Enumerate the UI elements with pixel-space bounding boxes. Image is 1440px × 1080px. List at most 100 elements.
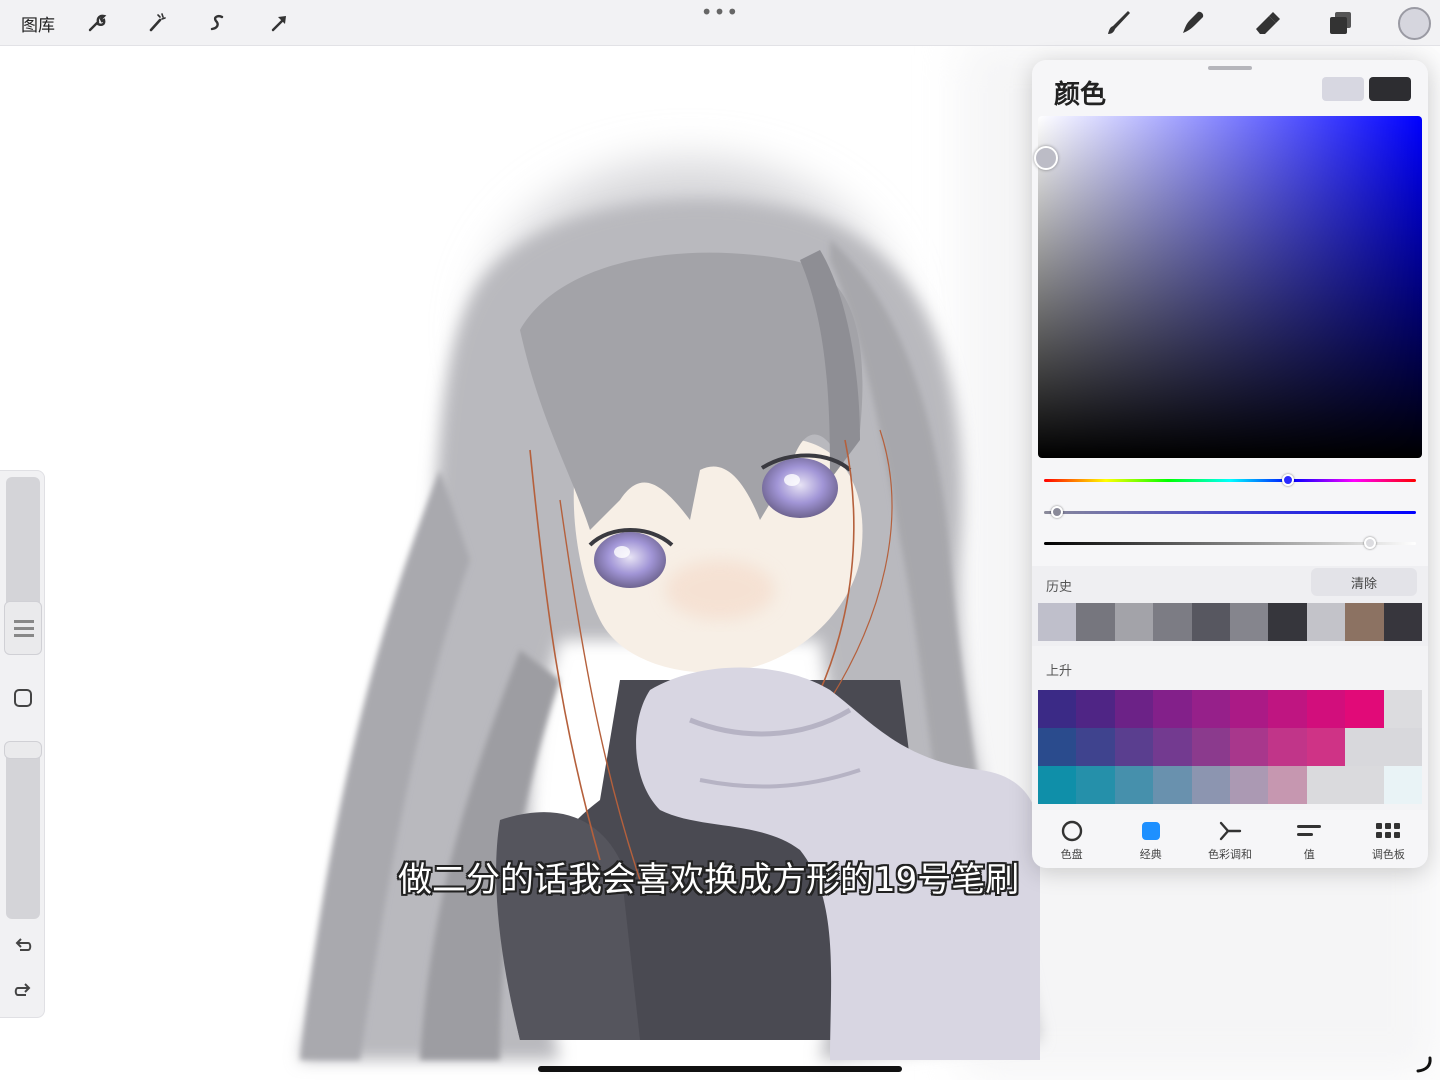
history-label: 历史 bbox=[1046, 580, 1073, 595]
color-picker-handle[interactable] bbox=[1034, 146, 1058, 170]
palette-swatch[interactable] bbox=[1191, 766, 1230, 804]
history-swatch[interactable] bbox=[1038, 603, 1077, 641]
palette-swatch[interactable] bbox=[1153, 690, 1192, 728]
palette-swatch[interactable] bbox=[1038, 766, 1077, 804]
history-swatch[interactable] bbox=[1114, 603, 1154, 641]
color-button[interactable] bbox=[1398, 7, 1431, 40]
video-subtitle: 做二分的话我会喜欢换成方形的19号笔刷 bbox=[398, 860, 1020, 900]
layers-icon[interactable] bbox=[1322, 6, 1360, 40]
palette-swatch[interactable] bbox=[1076, 690, 1115, 728]
history-swatch[interactable] bbox=[1383, 603, 1423, 641]
saturation-slider-knob[interactable] bbox=[1051, 506, 1063, 518]
magic-wand-icon[interactable] bbox=[140, 6, 174, 40]
slider-grip-icon bbox=[14, 620, 34, 637]
redo-icon bbox=[14, 983, 31, 996]
palette-swatch[interactable] bbox=[1191, 728, 1230, 766]
palette-grid bbox=[1038, 690, 1422, 804]
tab-label: 值 bbox=[1303, 848, 1315, 861]
color-panel: 颜色 历史 清除 上升 色盘 经典 色彩调和 值 调色板 bbox=[1032, 60, 1428, 868]
hue-slider[interactable] bbox=[1044, 479, 1416, 482]
palette-swatch[interactable] bbox=[1191, 690, 1230, 728]
transform-arrow-icon[interactable] bbox=[262, 6, 296, 40]
tab-label: 经典 bbox=[1139, 848, 1162, 861]
palette-swatch[interactable] bbox=[1153, 728, 1192, 766]
harmony-icon bbox=[1217, 818, 1243, 844]
palette-swatch[interactable] bbox=[1268, 766, 1307, 804]
selection-s-icon[interactable] bbox=[200, 6, 234, 40]
history-swatch[interactable] bbox=[1153, 603, 1192, 641]
brush-icon[interactable] bbox=[1100, 6, 1138, 40]
tab-label: 调色板 bbox=[1371, 848, 1405, 861]
classic-square-icon bbox=[1138, 818, 1164, 844]
smudge-icon[interactable] bbox=[1174, 6, 1212, 40]
brightness-slider-knob[interactable] bbox=[1364, 537, 1376, 549]
panel-title: 颜色 bbox=[1054, 80, 1107, 110]
tab-label: 色盘 bbox=[1060, 848, 1083, 861]
redo-button[interactable] bbox=[6, 976, 40, 1006]
saturation-slider[interactable] bbox=[1044, 511, 1416, 514]
history-swatch[interactable] bbox=[1345, 603, 1384, 641]
palette-swatch[interactable] bbox=[1306, 690, 1346, 728]
disc-icon bbox=[1059, 818, 1085, 844]
palette-swatch[interactable] bbox=[1306, 728, 1346, 766]
tab-classic[interactable]: 经典 bbox=[1111, 812, 1190, 868]
top-toolbar: 图库 ••• bbox=[0, 0, 1440, 46]
primary-color-swatch[interactable] bbox=[1369, 77, 1411, 101]
palette-swatch[interactable] bbox=[1268, 690, 1307, 728]
palette-swatch[interactable] bbox=[1383, 690, 1422, 728]
home-indicator[interactable] bbox=[538, 1066, 902, 1072]
brush-size-handle[interactable] bbox=[4, 601, 42, 655]
history-swatch[interactable] bbox=[1306, 603, 1346, 641]
palette-swatch[interactable] bbox=[1306, 766, 1346, 804]
palette-swatch[interactable] bbox=[1230, 728, 1269, 766]
tab-value[interactable]: 值 bbox=[1270, 812, 1349, 868]
palette-swatch[interactable] bbox=[1230, 690, 1269, 728]
secondary-color-swatch[interactable] bbox=[1322, 77, 1364, 101]
palette-swatch[interactable] bbox=[1114, 728, 1154, 766]
undo-button[interactable] bbox=[6, 931, 40, 961]
palette-swatch[interactable] bbox=[1230, 766, 1269, 804]
hue-slider-knob[interactable] bbox=[1281, 474, 1294, 486]
opacity-handle[interactable] bbox=[4, 741, 42, 759]
tab-label: 色彩调和 bbox=[1208, 848, 1252, 861]
undo-icon bbox=[15, 938, 32, 951]
palettes-grid-icon bbox=[1375, 818, 1401, 844]
palette-swatch[interactable] bbox=[1038, 728, 1077, 766]
palette-swatch[interactable] bbox=[1345, 766, 1384, 804]
history-swatches bbox=[1038, 603, 1423, 641]
palette-swatch[interactable] bbox=[1038, 690, 1077, 728]
tab-palettes[interactable]: 调色板 bbox=[1349, 812, 1428, 868]
palette-swatch[interactable] bbox=[1076, 766, 1115, 804]
color-mode-tabs: 色盘 经典 色彩调和 值 调色板 bbox=[1032, 812, 1428, 868]
tab-disc[interactable]: 色盘 bbox=[1032, 812, 1111, 868]
tab-harmony[interactable]: 色彩调和 bbox=[1190, 812, 1269, 868]
palette-swatch[interactable] bbox=[1268, 728, 1307, 766]
saturation-brightness-picker[interactable] bbox=[1038, 116, 1422, 458]
palette-name: 上升 bbox=[1046, 664, 1073, 679]
corner-hook-icon bbox=[1416, 1056, 1432, 1073]
brightness-slider[interactable] bbox=[1044, 542, 1416, 545]
procreate-screen: 图库 ••• 做二分的话我会喜欢换成方形的19号笔刷 颜色 历史 清除 上升 色… bbox=[0, 0, 1440, 1080]
palette-swatch[interactable] bbox=[1345, 690, 1384, 728]
palette-swatch[interactable] bbox=[1383, 766, 1422, 804]
wrench-icon[interactable] bbox=[80, 6, 114, 40]
opacity-slider[interactable] bbox=[6, 741, 40, 919]
eraser-icon[interactable] bbox=[1248, 6, 1286, 40]
palette-swatch[interactable] bbox=[1383, 728, 1422, 766]
palette-swatch[interactable] bbox=[1114, 690, 1154, 728]
palette-swatch[interactable] bbox=[1153, 766, 1192, 804]
clear-history-button[interactable]: 清除 bbox=[1311, 568, 1417, 596]
history-swatch[interactable] bbox=[1191, 603, 1231, 641]
history-swatch[interactable] bbox=[1076, 603, 1115, 641]
palette-swatch[interactable] bbox=[1345, 728, 1384, 766]
gallery-button[interactable]: 图库 bbox=[12, 6, 64, 40]
history-swatch[interactable] bbox=[1268, 603, 1307, 641]
more-options-button[interactable]: ••• bbox=[700, 0, 740, 24]
history-swatch[interactable] bbox=[1230, 603, 1269, 641]
panel-grabber[interactable] bbox=[1208, 66, 1252, 70]
left-sidebar bbox=[0, 470, 45, 1018]
square-icon bbox=[14, 689, 32, 707]
modify-button[interactable] bbox=[6, 683, 40, 713]
palette-swatch[interactable] bbox=[1076, 728, 1115, 766]
palette-swatch[interactable] bbox=[1114, 766, 1154, 804]
